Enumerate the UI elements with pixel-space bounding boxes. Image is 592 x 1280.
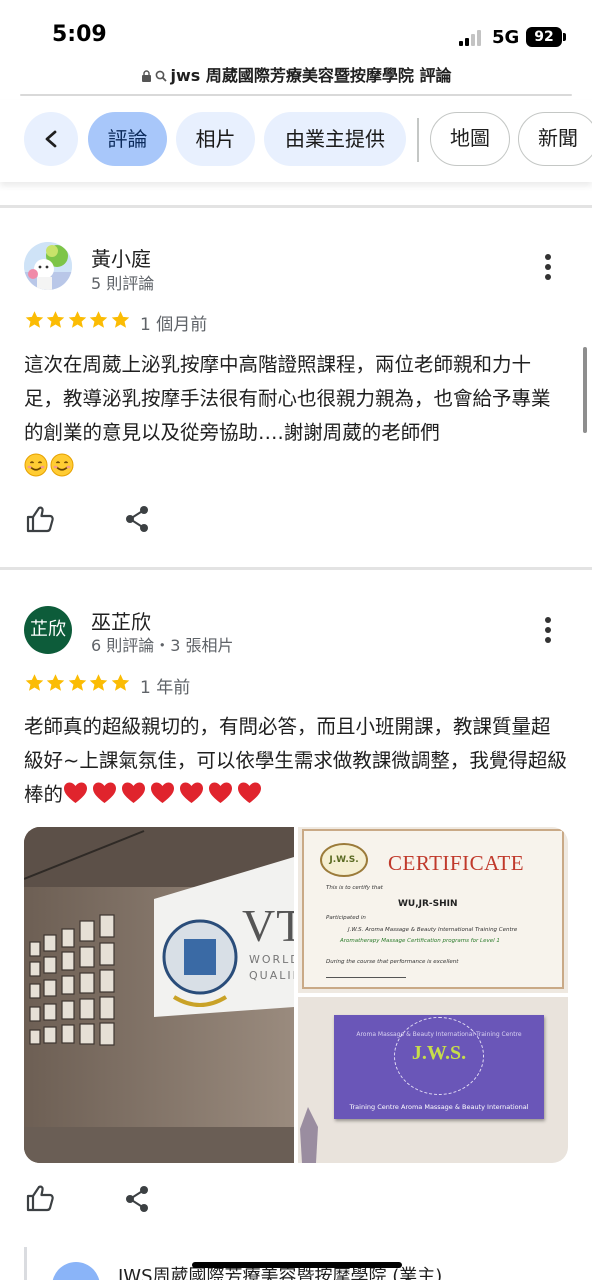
- owner-reply-bar: [24, 1247, 27, 1280]
- chip-separator: [417, 118, 419, 162]
- battery-icon: 92: [526, 27, 562, 47]
- smile-emoji-icon: [24, 453, 48, 477]
- network-label: 5G: [492, 27, 520, 48]
- heart-emoji-icon: [122, 782, 146, 803]
- star-icon: [25, 311, 44, 328]
- reviewer-meta: 6 則評論・3 張相片: [91, 636, 234, 655]
- tab-reviews[interactable]: 評論: [88, 112, 167, 166]
- star-icon: [89, 311, 108, 328]
- review-text: 老師真的超級親切的，有問必答，而且小班開課，教課質量超級好~上課氣氛佳，可以依學…: [24, 710, 568, 812]
- review-photo[interactable]: J.W.S. CERTIFICATE This is to certify th…: [298, 827, 568, 993]
- more-options-icon[interactable]: [540, 252, 556, 282]
- certificate-title: CERTIFICATE: [388, 851, 525, 875]
- heart-emoji-icon: [93, 782, 117, 803]
- heart-emoji-icon: [238, 782, 262, 803]
- back-button[interactable]: [24, 112, 78, 166]
- review-photo[interactable]: Aroma Massage & Beauty International Tra…: [298, 997, 568, 1163]
- search-icon: [155, 70, 167, 82]
- certificate-signature-line: [326, 977, 406, 978]
- certificate-line5: During the course that performance is ex…: [326, 959, 459, 965]
- review-time: 1 年前: [140, 678, 191, 698]
- tab-photos[interactable]: 相片: [176, 112, 255, 166]
- star-rating: [24, 310, 131, 330]
- review-time: 1 個月前: [140, 315, 208, 335]
- sign-ring-text: Aroma Massage & Beauty International Tra…: [356, 1031, 522, 1038]
- review-divider: [0, 205, 592, 208]
- star-icon: [68, 311, 87, 328]
- heart-emoji-icon: [151, 782, 175, 803]
- heart-emoji-icon: [209, 782, 233, 803]
- review-text: 這次在周葳上泌乳按摩中高階證照課程，兩位老師親和力十足，教導泌乳按摩手法很有耐心…: [24, 348, 568, 484]
- star-icon: [25, 674, 44, 691]
- photo-gallery-wall: [24, 827, 294, 1163]
- smile-emoji-icon: [50, 453, 74, 477]
- star-icon: [47, 674, 65, 691]
- owner-avatar: [52, 1262, 100, 1280]
- home-indicator: [192, 1262, 402, 1268]
- avatar[interactable]: [24, 242, 72, 290]
- star-rating: [24, 673, 131, 693]
- certificate-line1: This is to certify that: [326, 885, 383, 891]
- header-divider: [20, 94, 572, 96]
- battery-tip: [563, 33, 566, 41]
- star-icon: [111, 311, 129, 328]
- review-photo[interactable]: VT WORLD QUALIFI: [24, 827, 294, 1163]
- url-text: jws 周葳國際芳療美容暨按摩學院 評論: [170, 66, 452, 85]
- status-bar: 5:09 5G 92: [0, 0, 592, 58]
- sign-logo: J.W.S.: [411, 1042, 467, 1064]
- heart-emoji-group: [63, 782, 266, 806]
- avatar[interactable]: 芷欣: [24, 606, 72, 654]
- chevron-left-icon: [45, 130, 57, 148]
- share-icon[interactable]: [124, 1185, 150, 1213]
- certificate-line3: J.W.S. Aroma Massage & Beauty Internatio…: [348, 927, 518, 933]
- tab-from-owner[interactable]: 由業主提供: [264, 112, 406, 166]
- share-icon[interactable]: [124, 505, 150, 533]
- reviewer-name[interactable]: 黃小庭: [91, 243, 151, 272]
- heart-emoji-icon: [180, 782, 204, 803]
- like-icon[interactable]: [26, 1184, 54, 1212]
- certificate-line2: Participated in: [326, 915, 366, 921]
- certificate-line4: Aromatherapy Massage Certification progr…: [340, 938, 500, 944]
- review-body: 這次在周葳上泌乳按摩中高階證照課程，兩位老師親和力十足，教導泌乳按摩手法很有耐心…: [24, 353, 551, 444]
- tab-map[interactable]: 地圖: [430, 112, 510, 166]
- avatar-photo: [24, 242, 72, 290]
- star-icon: [111, 674, 129, 691]
- reviewer-name[interactable]: 巫芷欣: [91, 606, 151, 635]
- status-time: 5:09: [52, 22, 107, 47]
- star-icon: [68, 674, 87, 691]
- review-photos: VT WORLD QUALIFI J.W.S. CERTIFICATE This…: [24, 827, 568, 1163]
- wall-sign-text: VT: [242, 900, 294, 951]
- signal-icon: [459, 30, 485, 46]
- heart-emoji-icon: [64, 782, 88, 803]
- certificate-name: WU,JR-SHIN: [398, 899, 458, 909]
- review-divider: [0, 567, 592, 570]
- scrollbar[interactable]: [583, 347, 587, 433]
- more-options-icon[interactable]: [540, 615, 556, 645]
- star-icon: [89, 674, 108, 691]
- sign-bottom-text: Training Centre Aroma Massage & Beauty I…: [349, 1103, 529, 1111]
- reviewer-meta: 5 則評論: [91, 274, 155, 293]
- certificate-logo: J.W.S.: [320, 843, 368, 877]
- like-icon[interactable]: [26, 505, 54, 533]
- star-icon: [47, 311, 65, 328]
- url-bar[interactable]: jws 周葳國際芳療美容暨按摩學院 評論: [0, 62, 592, 86]
- tab-news[interactable]: 新聞: [518, 112, 592, 166]
- wall-sign-line1: WORLD: [249, 953, 294, 966]
- crystal-decoration: [300, 1107, 318, 1163]
- lock-icon: [141, 70, 151, 82]
- wall-sign-line2: QUALIFI: [249, 969, 294, 982]
- filter-chips-row: 評論 相片 由業主提供 地圖 新聞: [0, 100, 592, 182]
